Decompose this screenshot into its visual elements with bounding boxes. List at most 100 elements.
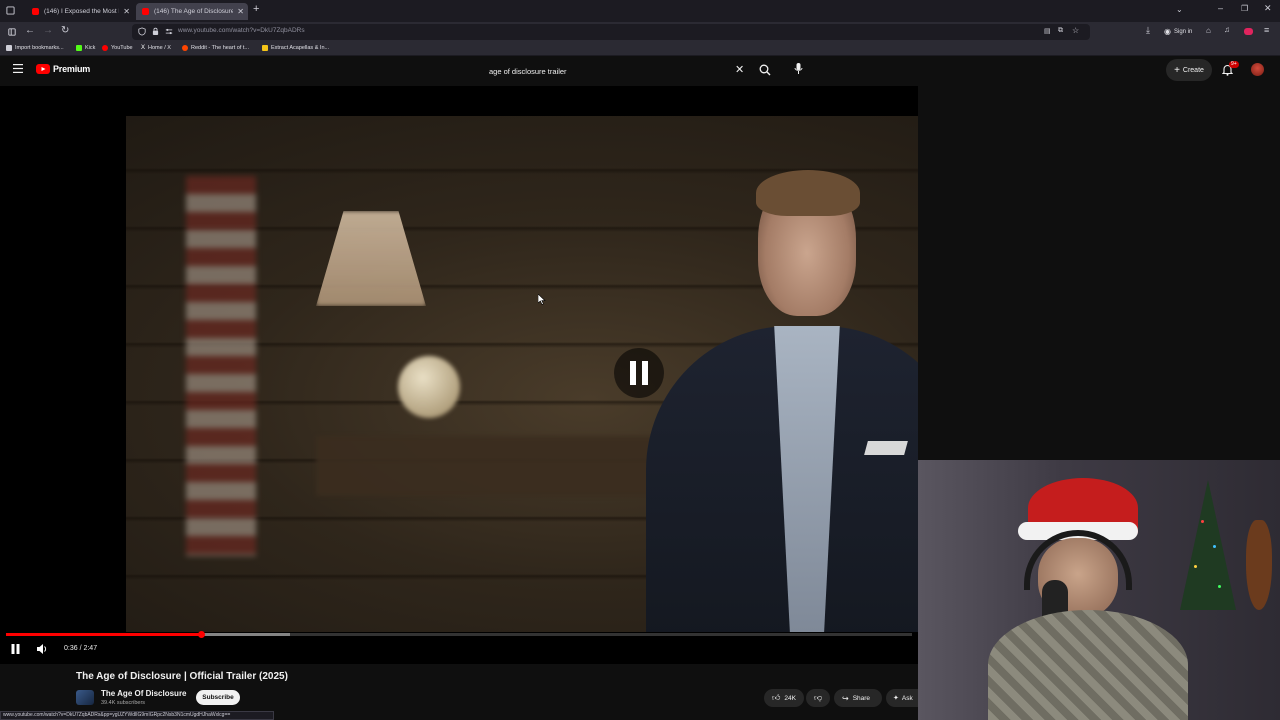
bookmark-kick[interactable]: Kick: [76, 45, 95, 51]
pause-button-icon[interactable]: [11, 644, 20, 654]
bookmark-reddit[interactable]: Reddit - The heart of t...: [182, 45, 249, 51]
account-icon: ◉: [1164, 27, 1171, 36]
subscribe-button[interactable]: Subscribe: [196, 690, 240, 705]
thumbs-down-icon: 👎︎: [813, 693, 823, 702]
youtube-icon: [102, 45, 108, 51]
search-box[interactable]: age of disclosure trailer: [480, 60, 752, 82]
downloads-icon[interactable]: ⤓: [1146, 25, 1150, 36]
notification-badge: 9+: [1229, 61, 1239, 68]
youtube-masthead: Premium age of disclosure trailer ✕ + Cr…: [0, 56, 1280, 86]
tree-light: [1194, 565, 1197, 568]
status-bar-url: www.youtube.com/watch?v=DkU7ZqbADRs&pp=y…: [0, 711, 274, 720]
progress-bar[interactable]: [6, 631, 912, 638]
restore-icon[interactable]: ❐: [1241, 4, 1248, 13]
kick-icon: [76, 45, 82, 51]
ask-label: Ask: [901, 694, 913, 702]
bookmark-label: YouTube: [111, 45, 133, 51]
bookmark-label: Import bookmarks...: [15, 45, 64, 51]
back-icon[interactable]: ←: [25, 25, 35, 36]
mouse-cursor-icon: [538, 294, 546, 305]
progress-scrubber[interactable]: [198, 631, 206, 638]
thumbs-up-icon: 👍︎: [772, 693, 781, 702]
extension-red-icon[interactable]: [1244, 28, 1253, 35]
voice-search-icon[interactable]: [794, 63, 803, 75]
browser-tab-bar: (146) I Exposed the Most Evil C ✕ (146) …: [0, 0, 1280, 22]
channel-avatar[interactable]: [76, 690, 94, 705]
youtube-favicon-icon: [32, 8, 39, 15]
presenter-image: [636, 170, 918, 632]
lock-icon[interactable]: [152, 27, 159, 36]
x-logo-icon: X: [141, 45, 146, 51]
progress-played: [6, 633, 202, 636]
bookmark-youtube[interactable]: YouTube: [102, 45, 133, 51]
browser-tab-2[interactable]: (146) The Age of Disclosure ✕: [136, 3, 248, 20]
new-tab-icon[interactable]: +: [253, 3, 259, 15]
like-button[interactable]: 👍︎ 24K: [764, 689, 804, 707]
volume-icon[interactable]: [36, 643, 48, 655]
browser-toolbar: ← → ↻ www.youtube.com/watch?v=DkU7ZqbADR…: [0, 22, 1280, 42]
bookmarks-bar: Import bookmarks... Kick YouTube X Home …: [0, 42, 1280, 56]
video-title: The Age of Disclosure | Official Trailer…: [76, 671, 288, 682]
share-button[interactable]: ↪ Share: [834, 689, 882, 707]
sign-in-button[interactable]: ◉ Sign in: [1164, 27, 1192, 36]
sidebar-icon[interactable]: [8, 28, 16, 36]
bookmark-label: Reddit - The heart of t...: [191, 45, 249, 51]
extension-puzzle-icon[interactable]: ♫: [1224, 25, 1230, 34]
youtube-premium-logo[interactable]: Premium: [36, 64, 90, 74]
bookmark-star-icon[interactable]: ☆: [1072, 26, 1079, 35]
close-tab-icon[interactable]: ✕: [237, 7, 244, 16]
url-text: www.youtube.com/watch?v=DkU7ZqbADRs: [178, 27, 305, 34]
tab-list-icon[interactable]: [6, 6, 15, 15]
ask-button[interactable]: ✦ Ask: [886, 689, 918, 707]
bookmark-extract[interactable]: Extract Acapellas & In...: [262, 45, 329, 51]
menu-icon[interactable]: ≡: [1264, 25, 1269, 35]
streamer-hoodie: [988, 610, 1188, 720]
clear-search-icon[interactable]: ✕: [735, 63, 744, 76]
bookmark-import[interactable]: Import bookmarks...: [6, 45, 64, 51]
sparkle-icon: ✦: [893, 695, 899, 702]
video-player[interactable]: [0, 86, 918, 664]
like-count: 24K: [784, 694, 796, 702]
bookmark-x[interactable]: X Home / X: [141, 45, 171, 51]
close-window-icon[interactable]: ✕: [1264, 3, 1272, 14]
shield-icon[interactable]: [138, 27, 146, 36]
reader-view-icon[interactable]: ▤: [1044, 27, 1051, 35]
browser-tab-1[interactable]: (146) I Exposed the Most Evil C ✕: [26, 3, 134, 20]
sign-in-label: Sign in: [1173, 28, 1193, 35]
create-button[interactable]: + Create: [1166, 59, 1212, 81]
globe-image: [398, 356, 460, 418]
flag-image: [186, 176, 256, 556]
create-label: Create: [1182, 66, 1204, 74]
permissions-icon[interactable]: [165, 27, 173, 36]
pause-overlay-icon[interactable]: [614, 348, 664, 398]
streamer-image: [988, 460, 1188, 720]
picture-in-picture-icon[interactable]: ⧉: [1058, 27, 1063, 35]
list-all-tabs-icon[interactable]: ⌄: [1176, 5, 1183, 14]
minimize-icon[interactable]: –: [1218, 3, 1223, 13]
close-tab-icon[interactable]: ✕: [123, 7, 130, 16]
guide-menu-icon[interactable]: [13, 64, 23, 73]
time-display: 0:36 / 2:47: [64, 645, 98, 652]
reload-icon[interactable]: ↻: [61, 25, 69, 36]
bookmark-label: Home / X: [148, 45, 171, 51]
tab-title: (146) I Exposed the Most Evil C: [44, 8, 119, 15]
search-icon[interactable]: [759, 64, 771, 76]
avatar[interactable]: [1251, 63, 1264, 76]
logo-text: Premium: [53, 64, 91, 74]
channel-name[interactable]: The Age Of Disclosure: [101, 689, 187, 698]
presenter-hair: [756, 170, 860, 216]
tree-light: [1213, 545, 1216, 548]
subscriber-count: 39.4K subscribers: [101, 700, 146, 706]
video-frame[interactable]: [126, 116, 918, 632]
address-bar[interactable]: www.youtube.com/watch?v=DkU7ZqbADRs ▤ ⧉ …: [132, 24, 1090, 40]
bookmark-label: Kick: [85, 45, 96, 51]
bookmark-label: Extract Acapellas & In...: [271, 45, 330, 51]
search-input[interactable]: age of disclosure trailer: [489, 67, 567, 76]
extension-icon[interactable]: ⌂: [1206, 26, 1211, 35]
reddit-icon: [182, 45, 188, 51]
tree-light: [1201, 520, 1204, 523]
forward-icon[interactable]: →: [43, 25, 53, 36]
import-icon: [6, 45, 12, 51]
dislike-button[interactable]: 👎︎: [806, 689, 830, 707]
tab-title: (146) The Age of Disclosure: [154, 8, 234, 15]
